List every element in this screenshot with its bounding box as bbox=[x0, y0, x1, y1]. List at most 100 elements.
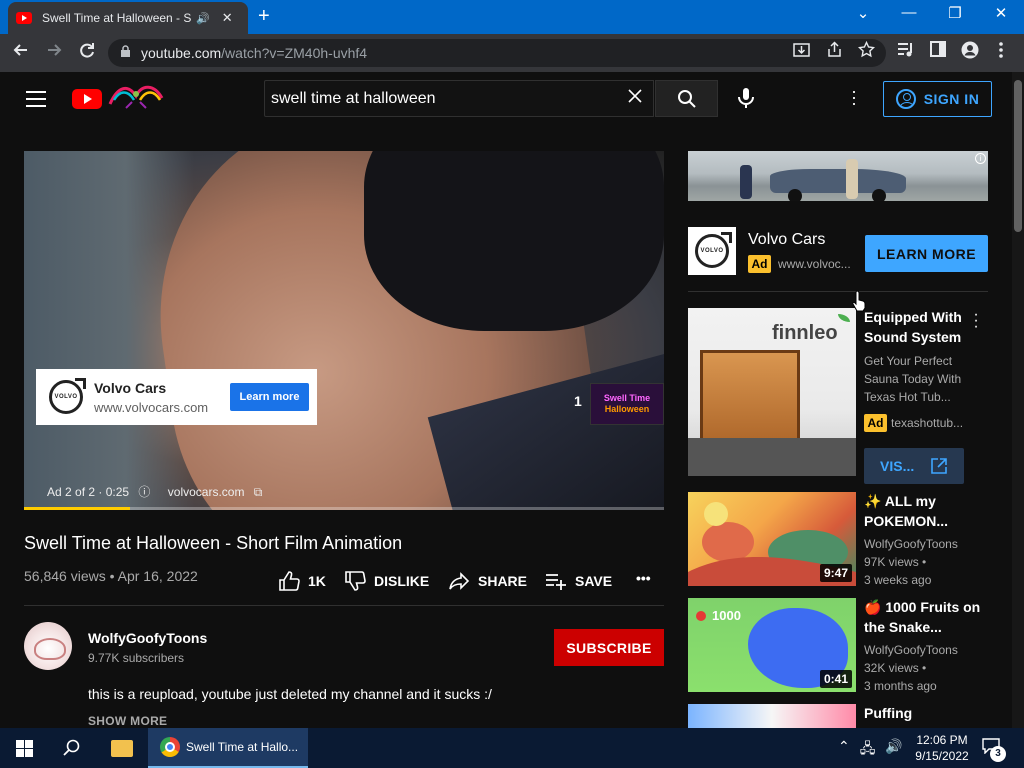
search-input[interactable] bbox=[271, 89, 611, 108]
visit-label: VIS... bbox=[880, 458, 915, 474]
visit-site-button[interactable]: VIS... bbox=[864, 448, 964, 484]
new-tab-button[interactable]: + bbox=[258, 5, 270, 28]
promoted-more-icon[interactable]: · · · bbox=[972, 307, 980, 335]
minimize-button[interactable]: — bbox=[889, 4, 929, 21]
tab-close-icon[interactable]: ✕ bbox=[222, 10, 233, 26]
dislike-button[interactable]: DISLIKE bbox=[344, 570, 429, 592]
external-link-icon: ⧉ bbox=[253, 485, 263, 499]
related-views: 97K views • bbox=[864, 555, 927, 569]
volume-icon[interactable]: 🔊 bbox=[885, 738, 902, 762]
playlist-add-icon bbox=[546, 574, 566, 590]
video-player[interactable]: VOLVO Volvo Cars www.volvocars.com Learn… bbox=[24, 151, 664, 510]
subscriber-count: 9.77K subscribers bbox=[88, 651, 185, 665]
views-and-date: 56,846 views • Apr 16, 2022 bbox=[24, 568, 198, 584]
voice-search-icon[interactable] bbox=[734, 86, 758, 110]
windows-start-icon[interactable] bbox=[16, 740, 33, 757]
related-video-title[interactable]: 🍎 1000 Fruits on the Snake... bbox=[864, 597, 994, 637]
file-explorer-icon[interactable] bbox=[111, 740, 133, 757]
page-scrollbar[interactable] bbox=[1012, 72, 1024, 728]
side-panel-icon[interactable] bbox=[930, 41, 946, 61]
related-video-thumbnail[interactable]: 9:47 bbox=[688, 492, 856, 586]
system-tray: ⌃ 🖧 🔊 bbox=[838, 738, 903, 762]
share-button[interactable]: SHARE bbox=[448, 570, 527, 592]
close-window-button[interactable]: ✕ bbox=[981, 4, 1021, 22]
more-dots-icon: ••• bbox=[636, 570, 651, 586]
show-more-link[interactable]: SHOW MORE bbox=[88, 714, 167, 728]
thumbs-down-icon bbox=[345, 571, 366, 591]
bookmark-star-icon[interactable] bbox=[857, 40, 876, 62]
back-icon[interactable] bbox=[12, 41, 30, 64]
promoted-brand: finnleo bbox=[772, 322, 838, 344]
search-box[interactable] bbox=[264, 80, 654, 117]
install-app-icon[interactable] bbox=[793, 41, 810, 62]
related-views: 32K views • bbox=[864, 661, 927, 675]
related-video-title[interactable]: Puffing bbox=[864, 703, 994, 723]
more-actions-button[interactable]: ••• bbox=[636, 570, 651, 586]
browser-title-bar: Swell Time at Halloween - Sh 🔊 ✕ + ⌄ — ❐… bbox=[0, 0, 1024, 34]
reload-icon[interactable] bbox=[78, 41, 96, 64]
subscribe-button[interactable]: SUBSCRIBE bbox=[554, 629, 664, 666]
related-video-title[interactable]: ✨ ALL my POKEMON... bbox=[864, 491, 994, 531]
search-button[interactable] bbox=[655, 80, 718, 117]
sign-in-button[interactable]: SIGN IN bbox=[883, 81, 992, 117]
taskbar-chrome-window[interactable]: Swell Time at Hallo... bbox=[148, 728, 308, 768]
related-channel[interactable]: WolfyGoofyToons bbox=[864, 643, 958, 657]
ad-info-icon[interactable]: i bbox=[975, 153, 986, 164]
overlay-ad-url: www.volvocars.com bbox=[94, 399, 209, 415]
divider bbox=[688, 291, 988, 292]
save-button[interactable]: SAVE bbox=[545, 570, 612, 592]
next-video-thumbnail[interactable]: Swell Time Halloween bbox=[590, 383, 664, 425]
video-progress-bar[interactable] bbox=[24, 507, 664, 510]
sidebar-ad-url: www.volvoc... bbox=[778, 257, 851, 271]
related-video-thumbnail[interactable]: 1000 0:41 bbox=[688, 598, 856, 692]
related-video-thumbnail[interactable] bbox=[688, 704, 856, 728]
channel-avatar[interactable] bbox=[24, 622, 72, 670]
promoted-description: Get Your Perfect Sauna Today With Texas … bbox=[864, 354, 962, 404]
clear-search-icon[interactable] bbox=[627, 88, 643, 109]
restore-button[interactable]: ❐ bbox=[935, 4, 975, 22]
forward-icon[interactable] bbox=[45, 41, 63, 64]
promoted-thumbnail[interactable]: finnleo bbox=[688, 308, 856, 476]
youtube-header: ··· SIGN IN bbox=[0, 72, 1012, 124]
sign-in-label: SIGN IN bbox=[923, 91, 980, 107]
chrome-menu-icon[interactable] bbox=[998, 41, 1004, 63]
like-button[interactable]: 1K bbox=[278, 570, 326, 592]
info-icon[interactable]: ⓘ bbox=[138, 485, 150, 499]
audio-playing-icon[interactable]: 🔊 bbox=[196, 12, 210, 25]
url-path: /watch?v=ZM40h-uvhf4 bbox=[221, 45, 368, 61]
learn-more-button[interactable]: LEARN MORE bbox=[865, 235, 988, 272]
address-bar[interactable]: youtube.com/watch?v=ZM40h-uvhf4 bbox=[108, 39, 886, 67]
profile-icon[interactable] bbox=[961, 41, 979, 63]
share-arrow-icon bbox=[449, 572, 470, 590]
account-circle-icon bbox=[895, 89, 916, 109]
browser-tab[interactable]: Swell Time at Halloween - Sh 🔊 ✕ bbox=[8, 2, 248, 34]
lock-icon[interactable] bbox=[120, 45, 131, 61]
promoted-title[interactable]: Equipped With Sound System bbox=[864, 307, 968, 347]
overlay-ad-card[interactable]: VOLVO Volvo Cars www.volvocars.com Learn… bbox=[36, 369, 317, 425]
volvo-ad-logo-icon[interactable]: VOLVO bbox=[688, 227, 736, 275]
ad-domain-link[interactable]: volvocars.com bbox=[168, 485, 245, 499]
overlay-ad-name: Volvo Cars bbox=[94, 379, 167, 396]
taskbar-search-icon[interactable] bbox=[62, 738, 82, 758]
companion-ad-banner[interactable]: i bbox=[688, 151, 988, 201]
taskbar-clock[interactable]: 12:06 PM 9/15/2022 bbox=[912, 732, 972, 764]
channel-name[interactable]: WolfyGoofyToons bbox=[88, 630, 207, 646]
share-icon[interactable] bbox=[826, 41, 843, 62]
scrollbar-thumb[interactable] bbox=[1014, 80, 1022, 232]
youtube-logo-icon[interactable] bbox=[72, 89, 102, 109]
video-duration: 9:47 bbox=[819, 564, 852, 582]
notification-center-icon[interactable]: 3 bbox=[982, 738, 1006, 762]
share-label: SHARE bbox=[478, 573, 528, 589]
settings-menu-icon[interactable]: · · · bbox=[850, 82, 858, 112]
tab-search-chevron-icon[interactable]: ⌄ bbox=[843, 4, 883, 22]
related-channel[interactable]: WolfyGoofyToons bbox=[864, 537, 958, 551]
tray-chevron-icon[interactable]: ⌃ bbox=[838, 738, 850, 762]
sidebar-ad-name[interactable]: Volvo Cars bbox=[748, 231, 825, 249]
save-label: SAVE bbox=[575, 573, 613, 589]
media-controls-icon[interactable] bbox=[897, 41, 915, 62]
doodle-logo-icon[interactable] bbox=[106, 82, 168, 112]
hamburger-menu-icon[interactable] bbox=[26, 91, 46, 112]
related-age: 3 weeks ago bbox=[864, 573, 932, 587]
overlay-learn-more-button[interactable]: Learn more bbox=[230, 383, 309, 411]
network-icon[interactable]: 🖧 bbox=[860, 738, 876, 762]
